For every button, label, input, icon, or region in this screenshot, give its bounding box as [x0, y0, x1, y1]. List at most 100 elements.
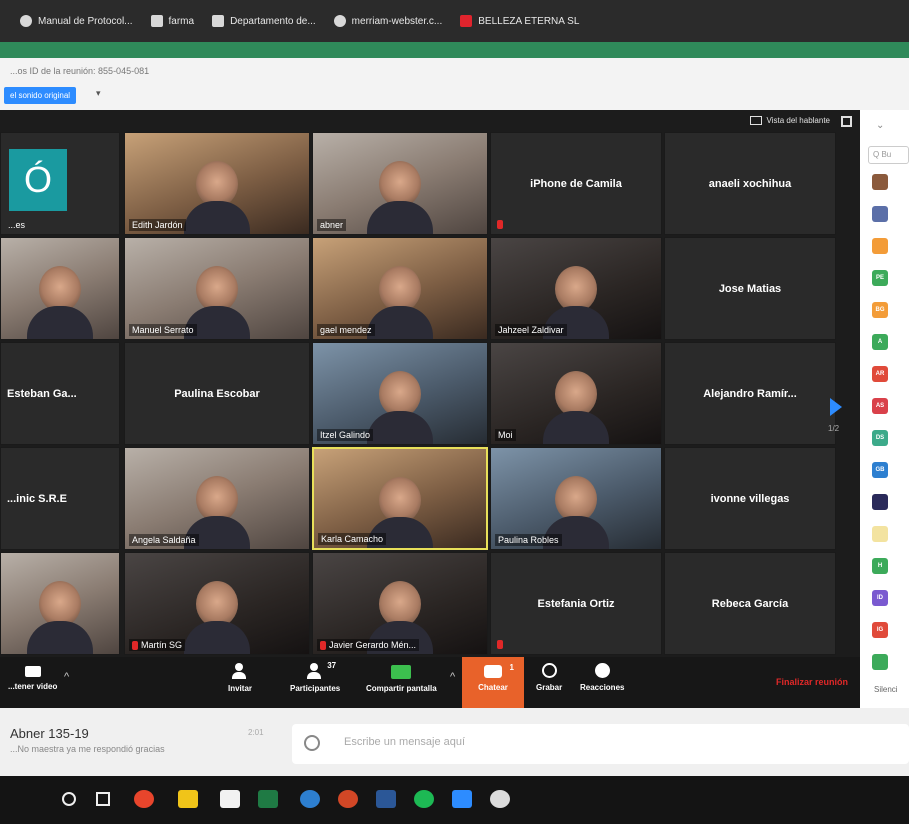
chevron-up-icon[interactable]: ^	[450, 671, 455, 683]
end-meeting-button[interactable]: Finalizar reunión	[776, 677, 848, 687]
bookmark-0[interactable]: Manual de Protocol...	[20, 15, 133, 27]
participant-tile[interactable]: Ó ...es	[0, 132, 120, 235]
spotify-icon[interactable]	[414, 790, 434, 808]
mic-muted-icon	[320, 641, 326, 650]
participant-tile[interactable]: Estefania Ortiz	[490, 552, 662, 655]
participant-avatar[interactable]	[872, 206, 888, 222]
record-button[interactable]: Grabar	[536, 663, 562, 692]
page-indicator: 1/2	[828, 424, 840, 433]
reactions-button[interactable]: Reacciones	[580, 663, 624, 692]
speaker-view-button[interactable]: Vista del hablante	[749, 116, 830, 125]
avatar: Ó	[9, 149, 67, 211]
bookmark-label: merriam-webster.c...	[351, 15, 443, 27]
next-page-arrow-icon[interactable]	[830, 398, 842, 416]
video-button[interactable]: ...tener video	[8, 663, 57, 691]
participant-video	[27, 266, 93, 339]
participant-video	[367, 161, 433, 234]
powerpoint-icon[interactable]	[338, 790, 358, 808]
bookmark-2[interactable]: Departamento de...	[212, 15, 316, 27]
participant-tile[interactable]: Javier Gerardo Mén...	[312, 552, 488, 655]
participant-tile[interactable]: Paulina Robles	[490, 447, 662, 550]
message-input[interactable]	[344, 736, 744, 748]
participant-tile[interactable]: Itzel Galindo	[312, 342, 488, 445]
participant-tile[interactable]	[0, 552, 120, 655]
participant-avatar[interactable]: ID	[872, 590, 888, 606]
participant-video	[367, 476, 433, 548]
participant-tile[interactable]: Paulina Escobar	[124, 342, 310, 445]
share-screen-icon	[391, 665, 412, 679]
participant-avatar[interactable]	[872, 494, 888, 510]
chat-button[interactable]: 1 Chatear	[462, 657, 524, 708]
meeting-id: ...os ID de la reunión: 855-045-081	[10, 66, 150, 76]
task-view-icon[interactable]	[96, 792, 110, 806]
bookmark-1[interactable]: farma	[150, 15, 194, 27]
chevron-down-icon[interactable]: ⌄	[876, 120, 884, 131]
participant-avatar[interactable]: H	[872, 558, 888, 574]
participant-tile[interactable]: Alejandro Ramír...	[664, 342, 836, 445]
participant-tile-active-speaker[interactable]: Karla Camacho	[312, 447, 488, 550]
mute-all-button[interactable]: Silenci	[874, 685, 898, 694]
participant-avatar[interactable]	[872, 654, 888, 670]
emoji-icon[interactable]	[304, 735, 320, 751]
opera-icon[interactable]	[134, 790, 154, 808]
participant-name: Javier Gerardo Mén...	[329, 639, 417, 650]
chevron-up-icon[interactable]: ^	[64, 671, 69, 683]
participant-tile[interactable]: gael mendez	[312, 237, 488, 340]
bookmark-3[interactable]: merriam-webster.c...	[333, 15, 443, 27]
participant-avatar[interactable]: PE	[872, 270, 888, 286]
invite-label: Invitar	[228, 684, 253, 693]
share-screen-button[interactable]: Compartir pantalla	[366, 663, 437, 693]
word-icon[interactable]	[376, 790, 396, 808]
participant-tile[interactable]	[0, 237, 120, 340]
participant-avatar[interactable]: GB	[872, 462, 888, 478]
participant-tile[interactable]: Moi	[490, 342, 662, 445]
participant-avatar[interactable]: AR	[872, 366, 888, 382]
search-icon[interactable]	[62, 792, 76, 806]
contact-name[interactable]: Abner 135-19	[10, 726, 89, 741]
participant-tile[interactable]: Jahzeel Zaldivar	[490, 237, 662, 340]
original-sound-button[interactable]: el sonido original	[4, 87, 77, 104]
participant-tile[interactable]: Rebeca García	[664, 552, 836, 655]
participant-tile[interactable]: Edith Jardón	[124, 132, 310, 235]
globe-icon	[333, 15, 346, 27]
participant-tile[interactable]: iPhone de Camila	[490, 132, 662, 235]
file-explorer-icon[interactable]	[178, 790, 198, 808]
participant-avatar[interactable]: DS	[872, 430, 888, 446]
participant-tile[interactable]: Esteban Ga...	[0, 342, 120, 445]
participant-name: ...es	[8, 220, 26, 230]
participant-tile[interactable]: Jose Matias	[664, 237, 836, 340]
invite-button[interactable]: Invitar	[228, 663, 252, 693]
participant-name: anaeli xochihua	[708, 177, 792, 190]
participant-tile[interactable]: Martín SG	[124, 552, 310, 655]
whatsapp-chat-area: Abner 135-19 ...No maestra ya me respond…	[0, 708, 909, 776]
participant-tile[interactable]: Manuel Serrato	[124, 237, 310, 340]
participant-tile[interactable]: ...inic S.R.E	[0, 447, 120, 550]
excel-icon[interactable]	[258, 790, 278, 808]
bookmark-label: BELLEZA ETERNA SL	[478, 15, 580, 27]
chevron-down-icon[interactable]: ▾	[96, 88, 101, 99]
zoom-icon[interactable]	[452, 790, 472, 808]
participant-avatar[interactable]: IG	[872, 622, 888, 638]
participant-video	[367, 371, 433, 444]
participant-avatar[interactable]	[872, 174, 888, 190]
participant-avatar[interactable]: AS	[872, 398, 888, 414]
participant-avatar[interactable]: A	[872, 334, 888, 350]
participant-avatar[interactable]: BG	[872, 302, 888, 318]
fullscreen-icon[interactable]	[841, 116, 852, 127]
bookmark-4[interactable]: BELLEZA ETERNA SL	[460, 15, 579, 27]
participant-tile[interactable]: Angela Saldaña	[124, 447, 310, 550]
participants-button[interactable]: 37 Participantes	[290, 661, 340, 693]
notepad-icon[interactable]	[220, 790, 240, 808]
participant-avatar[interactable]	[872, 238, 888, 254]
participant-search-input[interactable]: Q Bu	[868, 146, 909, 164]
participant-avatar[interactable]	[872, 526, 888, 542]
participant-tile[interactable]: anaeli xochihua	[664, 132, 836, 235]
participant-tile[interactable]: abner	[312, 132, 488, 235]
gallery-grid: Ó ...es Edith Jardón abner iPhone de Cam…	[0, 132, 840, 657]
mic-muted-icon	[497, 640, 503, 649]
participant-name: abner	[317, 219, 347, 231]
participant-tile[interactable]: ivonne villegas	[664, 447, 836, 550]
participant-name: Paulina Escobar	[174, 387, 260, 400]
edge-icon[interactable]	[300, 790, 320, 808]
chrome-icon[interactable]	[490, 790, 510, 808]
